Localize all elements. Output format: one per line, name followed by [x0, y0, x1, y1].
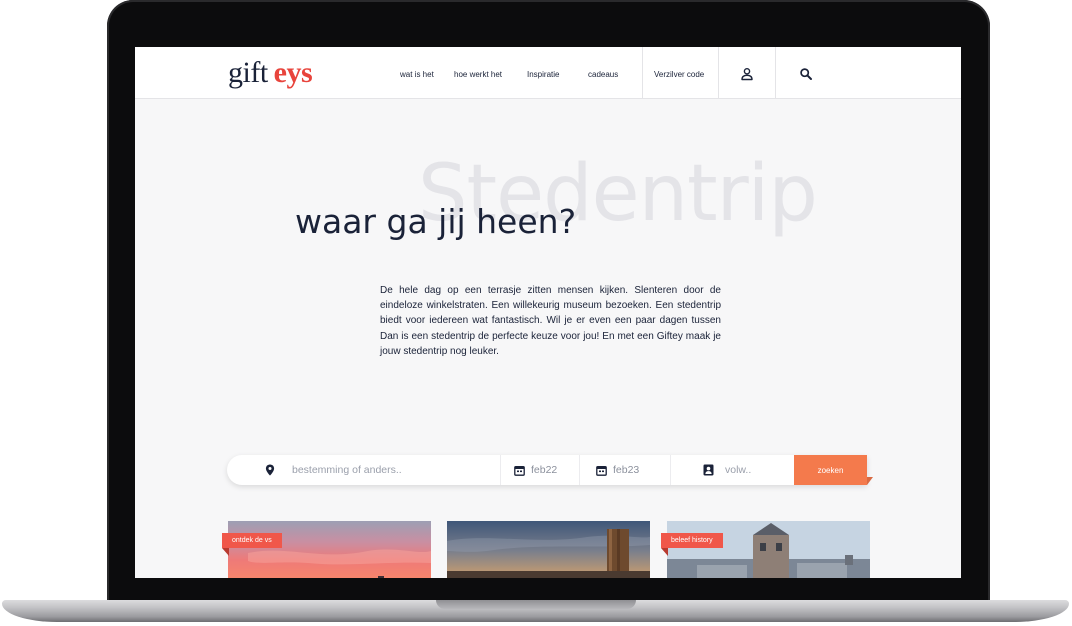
nav-hoe-werkt-het[interactable]: hoe werkt het: [454, 47, 502, 98]
calendar-icon: [514, 465, 525, 476]
user-icon[interactable]: [740, 67, 754, 81]
search-divider: [579, 455, 580, 485]
nav-wat-is-het[interactable]: wat is het: [400, 47, 434, 98]
card-image-sunset: [228, 521, 431, 578]
date-from-field[interactable]: feb22: [514, 455, 574, 485]
guests-placeholder: volw..: [725, 464, 752, 476]
laptop-notch: [436, 600, 636, 609]
card-image-townhall: [667, 521, 870, 578]
location-pin-icon: [265, 464, 275, 476]
calendar-icon: [596, 465, 607, 476]
card-image-tower: [447, 521, 650, 578]
card-tower[interactable]: [447, 521, 650, 578]
nav-inspiratie[interactable]: Inspiratie: [527, 47, 559, 98]
hero-title: waar ga jij heen?: [295, 202, 577, 241]
laptop-screen: gift eys wat is het hoe werkt het Inspira…: [135, 47, 961, 578]
date-to-value: feb23: [613, 464, 640, 476]
date-to-field[interactable]: feb23: [596, 455, 656, 485]
search-button[interactable]: zoeken: [794, 455, 867, 485]
search-button-fold: [867, 477, 873, 485]
date-from-value: feb22: [531, 464, 558, 476]
search-icon[interactable]: [799, 67, 813, 81]
search-divider: [500, 455, 501, 485]
hero-description: De hele dag op een terrasje zitten mense…: [380, 285, 721, 357]
logo[interactable]: gift eys: [228, 55, 313, 91]
card-tag-usa: ontdek de vs: [222, 533, 282, 548]
search-bar: bestemming of anders.. feb22 feb23 volw.…: [227, 455, 867, 485]
card-tag-history: beleef history: [661, 533, 723, 548]
nav-cadeaus[interactable]: cadeaus: [588, 47, 618, 98]
destination-field[interactable]: bestemming of anders..: [265, 455, 495, 485]
logo-text-gift: gift: [228, 56, 268, 89]
card-history[interactable]: [667, 521, 870, 578]
nav-divider: [775, 47, 776, 98]
card-tag-fold: [661, 548, 668, 556]
destination-placeholder: bestemming of anders..: [292, 464, 402, 476]
nav-divider: [718, 47, 719, 98]
redeem-code-link[interactable]: Verzilver code: [654, 47, 704, 98]
guests-field[interactable]: volw..: [703, 455, 788, 485]
site-header: gift eys wat is het hoe werkt het Inspira…: [135, 47, 961, 99]
person-icon: [703, 464, 714, 476]
search-divider: [670, 455, 671, 485]
nav-divider: [642, 47, 643, 98]
card-tag-fold: [222, 548, 229, 556]
logo-text-eys: eys: [273, 56, 313, 89]
card-usa[interactable]: [228, 521, 431, 578]
